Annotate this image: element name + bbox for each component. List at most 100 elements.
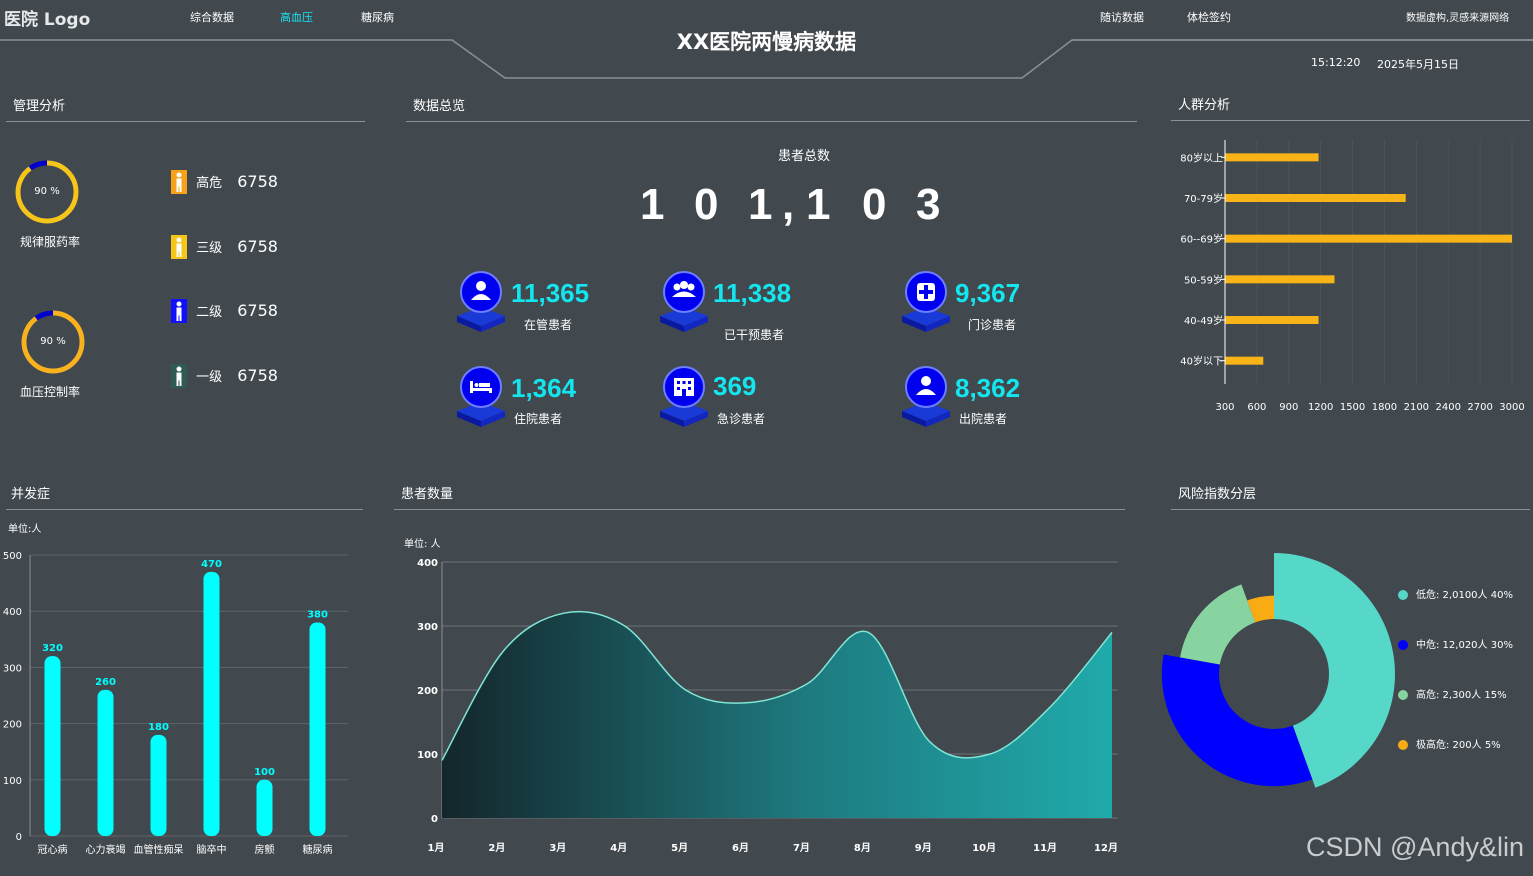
bar <box>309 622 326 836</box>
divider <box>1171 509 1530 510</box>
tick-label: 500 <box>3 551 22 562</box>
legend-dot <box>1398 590 1408 600</box>
stat-card-intervened <box>658 270 710 336</box>
gauge-value: 90 % <box>40 336 66 347</box>
user-icon <box>457 271 505 332</box>
category-label: 10月 <box>972 842 996 854</box>
data-label: 180 <box>148 722 169 733</box>
level-item-high-risk: 高危 6758 <box>171 170 278 194</box>
divider <box>394 509 1125 510</box>
category-label: 血管性痴呆 <box>134 843 184 856</box>
panel-title-complications: 并发症 <box>11 487 51 502</box>
complications-bar-chart: 0 100 200 300 400 500 320 冠心病 260 心力衰竭 180 血管性痴呆 470… <box>3 551 348 856</box>
gauge-medication: 90 % <box>13 158 81 226</box>
stat-card-discharged <box>900 365 952 431</box>
person-icon <box>171 170 187 194</box>
category-label: 冠心病 <box>38 843 68 856</box>
bar <box>1225 234 1512 243</box>
stat-label: 出院患者 <box>959 412 1008 426</box>
category-label: 1月 <box>428 842 445 854</box>
panel-title-population: 人群分析 <box>1178 98 1231 113</box>
level-item-grade-1: 一级 6758 <box>171 364 278 388</box>
divider <box>6 509 363 510</box>
nav-hypertension[interactable]: 高血压 <box>280 9 313 25</box>
total-label: 患者总数 <box>778 149 831 164</box>
tick-label: 200 <box>3 720 22 731</box>
tick-label: 900 <box>1279 402 1298 413</box>
category-label: 脑卒中 <box>197 843 227 856</box>
data-label: 260 <box>95 677 116 688</box>
population-bar-chart: 300 600 900 1200 1500 1800 2100 2400 2700 3000 80岁… <box>1180 140 1525 413</box>
bar <box>1225 153 1319 162</box>
data-label: 100 <box>254 767 275 778</box>
category-label: 70-79岁 <box>1184 192 1223 205</box>
level-label: 二级 <box>196 304 223 320</box>
medical-cross-icon <box>902 271 950 332</box>
rose-slice <box>1180 584 1256 665</box>
counter-digit: 0 <box>862 180 887 229</box>
tick-label: 2400 <box>1435 402 1460 413</box>
clock-time: 15:12:20 <box>1311 56 1361 69</box>
legend-dot <box>1398 740 1408 750</box>
person-icon <box>171 235 187 259</box>
data-label: 320 <box>42 643 63 654</box>
gauge-label: 血压控制率 <box>20 385 81 399</box>
tick-label: 0 <box>16 832 22 843</box>
nav-followup[interactable]: 随访数据 <box>1100 9 1144 25</box>
level-value: 6758 <box>237 300 278 320</box>
level-value: 6758 <box>237 236 278 256</box>
rose-slice <box>1161 654 1313 787</box>
stat-card-managed <box>455 270 507 336</box>
counter-digit: 1 <box>748 180 773 229</box>
legend-item[interactable]: 中危: 12,020人 30% <box>1398 636 1513 686</box>
tick-label: 3000 <box>1499 402 1524 413</box>
gauge-label: 规律服药率 <box>20 235 81 249</box>
group-icon <box>660 271 708 332</box>
nav-diabetes[interactable]: 糖尿病 <box>361 9 394 25</box>
tick-label: 100 <box>417 750 438 761</box>
disclaimer: 数据虚构,灵感来源网络 <box>1406 13 1510 24</box>
risk-legend: 低危: 2,0100人 40% 中危: 12,020人 30% 高危: 2,30… <box>1398 586 1513 786</box>
stat-label: 已干预患者 <box>724 328 785 342</box>
tick-label: 0 <box>431 814 438 825</box>
risk-rose-chart <box>1161 553 1395 788</box>
category-label: 50-59岁 <box>1184 273 1223 286</box>
nav-comprehensive[interactable]: 综合数据 <box>190 9 234 25</box>
stat-value: 9,367 <box>955 278 1021 308</box>
bar <box>150 734 167 836</box>
stat-label: 急诊患者 <box>717 412 766 426</box>
level-label: 一级 <box>196 369 223 385</box>
total-counter: 1 0 1 , 1 0 3 <box>630 180 960 236</box>
stat-value: 1,364 <box>511 373 577 403</box>
legend-item[interactable]: 低危: 2,0100人 40% <box>1398 586 1513 636</box>
counter-digit: 0 <box>694 180 719 229</box>
legend-dot <box>1398 690 1408 700</box>
page-title: XX医院两慢病数据 <box>676 30 857 54</box>
category-label: 80岁以上 <box>1180 151 1223 164</box>
stat-value: 369 <box>713 371 757 401</box>
tick-label: 2100 <box>1404 402 1429 413</box>
bar <box>97 689 114 836</box>
tick-label: 400 <box>417 558 438 569</box>
category-label: 6月 <box>732 842 749 854</box>
legend-item[interactable]: 高危: 2,300人 15% <box>1398 686 1513 736</box>
bar <box>1225 356 1264 365</box>
area-fill <box>442 611 1112 818</box>
category-label: 40岁以下 <box>1180 355 1223 368</box>
level-item-grade-2: 二级 6758 <box>171 299 278 323</box>
counter-digit: 1 <box>640 180 665 229</box>
legend-item[interactable]: 极高危: 200人 5% <box>1398 736 1513 786</box>
panel-title-management: 管理分析 <box>13 99 66 114</box>
bar <box>1225 275 1335 284</box>
complications-unit: 单位:人 <box>8 524 42 535</box>
tick-label: 100 <box>3 776 22 787</box>
category-label: 糖尿病 <box>303 843 333 856</box>
level-item-grade-3: 三级 6758 <box>171 235 278 259</box>
nav-checkup[interactable]: 体检签约 <box>1187 9 1231 25</box>
gauge-value: 90 % <box>34 186 60 197</box>
category-label: 11月 <box>1033 842 1057 854</box>
tick-label: 300 <box>3 663 22 674</box>
data-label: 470 <box>201 559 222 570</box>
category-label: 心力衰竭 <box>86 843 126 856</box>
person-icon <box>171 299 187 323</box>
